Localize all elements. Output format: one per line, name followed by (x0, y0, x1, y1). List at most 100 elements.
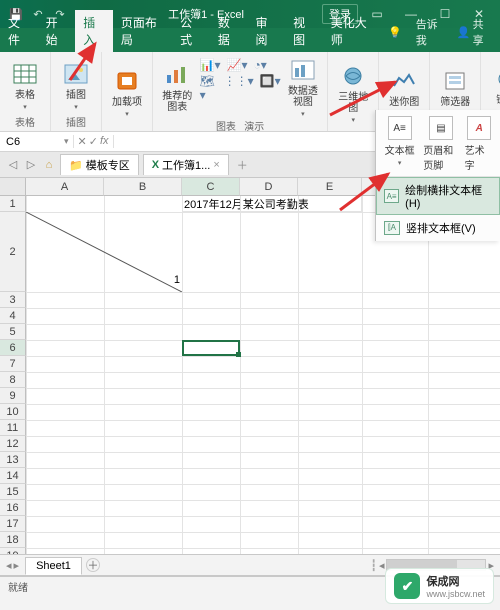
globe-icon (341, 66, 365, 86)
group-charts: 推荐的图表 📊▾ 📈▾ ◔▾ 🗺▾ ⋮⋮▾ 🔲▾ 数据透视图 ▾ (153, 52, 328, 131)
tab-review[interactable]: 审阅 (247, 10, 285, 52)
sheet-tab-active[interactable]: Sheet1 (25, 557, 82, 575)
textbox-icon: A≡ (388, 116, 412, 140)
cell-title[interactable]: 2017年12月某公司考勤表 (182, 196, 362, 212)
share-button[interactable]: 👤共享 (451, 12, 494, 52)
row-header-16[interactable]: 16 (0, 500, 26, 516)
btn-pivot-chart[interactable]: 数据透视图 ▾ (285, 56, 322, 118)
tab-file[interactable]: 文件 (0, 10, 38, 52)
row-header-17[interactable]: 17 (0, 516, 26, 532)
surface-chart-icon[interactable]: 🔲▾ (260, 74, 281, 102)
new-sheet-button[interactable]: ＋ (86, 558, 100, 572)
workspace-tab-workbook[interactable]: X 工作簿1... × (143, 154, 229, 175)
row-header-4[interactable]: 4 (0, 308, 26, 324)
row-header-10[interactable]: 10 (0, 404, 26, 420)
row-header-7[interactable]: 7 (0, 356, 26, 372)
help-icon[interactable]: 💡 (382, 22, 408, 43)
row-header-3[interactable]: 3 (0, 292, 26, 308)
close-tab-icon[interactable]: × (213, 159, 219, 171)
status-label: 就绪 (8, 579, 28, 594)
btn-addins[interactable]: 加载项 ▾ (108, 56, 146, 129)
addins-icon (116, 71, 138, 91)
row-header-1[interactable]: 1 (0, 196, 26, 212)
bar-chart-icon[interactable]: 📊▾ (200, 58, 221, 72)
col-header-B[interactable]: B (104, 178, 182, 196)
row-header-8[interactable]: 8 (0, 372, 26, 388)
tab-home-icon[interactable]: ⌂ (42, 159, 56, 171)
btn-3d-map[interactable]: 三维地图 ▾ (334, 56, 372, 129)
tab-formulas[interactable]: 公式 (172, 10, 210, 52)
menu-horizontal-textbox[interactable]: A≡ 绘制横排文本框(H) (376, 177, 500, 215)
name-box-dropdown-icon[interactable]: ▾ (60, 136, 73, 147)
tell-me-input[interactable]: 告诉我 (410, 12, 449, 52)
dd-textbox[interactable]: A≡ 文本框 ▾ (382, 116, 417, 172)
row-header-19[interactable]: 19 (0, 548, 26, 554)
chevron-down-icon: ▾ (125, 110, 129, 118)
excel-icon: X (152, 159, 159, 171)
row-header-12[interactable]: 12 (0, 436, 26, 452)
col-header-A[interactable]: A (26, 178, 104, 196)
tab-home[interactable]: 开始 (38, 10, 76, 52)
select-all-corner[interactable] (0, 178, 26, 196)
scatter-chart-icon[interactable]: ⋮⋮▾ (224, 74, 254, 102)
group-illustrations: 插图 ▾ 插图 (51, 52, 102, 131)
row-header-5[interactable]: 5 (0, 324, 26, 340)
line-chart-icon[interactable]: 📈▾ (227, 58, 248, 72)
group-tables: 表格 ▾ 表格 (0, 52, 51, 131)
insert-function-icon[interactable]: fx (100, 135, 109, 148)
dd-wordart[interactable]: A 艺术字 (465, 116, 494, 172)
hscroll-left-icon[interactable]: ◂ (379, 559, 385, 572)
new-tab-icon[interactable]: ＋ (237, 157, 248, 173)
chevron-down-icon: ▾ (23, 103, 27, 111)
col-header-E[interactable]: E (298, 178, 362, 196)
group-addins: 加载项 ▾ (102, 52, 153, 131)
tab-beautify[interactable]: 美化大师 (323, 10, 382, 52)
row-header-6[interactable]: 6 (0, 340, 26, 356)
chevron-down-icon: ▾ (301, 110, 305, 118)
workspace-tab-template[interactable]: 📁 模板专区 (60, 154, 139, 175)
sheet-split-bar[interactable]: ┇ (370, 559, 377, 572)
row-header-9[interactable]: 9 (0, 388, 26, 404)
selected-cell[interactable] (182, 340, 240, 356)
pie-chart-icon[interactable]: ◔▾ (254, 58, 267, 72)
tab-view[interactable]: 视图 (285, 10, 323, 52)
sparkline-icon (392, 72, 416, 90)
sheet-nav-last-icon[interactable]: ▸ (14, 559, 20, 572)
btn-tables[interactable]: 表格 ▾ (6, 56, 44, 114)
vertical-textbox-icon: ⫿A (384, 221, 400, 235)
table-icon (13, 64, 37, 84)
link-icon (494, 70, 500, 88)
menu-vertical-textbox[interactable]: ⫿A 竖排文本框(V) (376, 215, 500, 241)
tab-page-layout[interactable]: 页面布局 (113, 10, 172, 52)
wordart-icon: A (467, 116, 491, 140)
row-header-2[interactable]: 2 (0, 212, 26, 292)
watermark: ✔ 保成网 www.jsbcw.net (385, 568, 494, 604)
tab-next-icon[interactable]: ▷ (24, 158, 38, 171)
btn-illustrations[interactable]: 插图 ▾ (57, 56, 95, 114)
chart-gallery[interactable]: 📊▾ 📈▾ ◔▾ 🗺▾ ⋮⋮▾ 🔲▾ (200, 56, 281, 118)
cancel-formula-icon[interactable]: ✕ (78, 135, 87, 148)
row-header-18[interactable]: 18 (0, 532, 26, 548)
row-headers: 123456789101112131415161718192021222324 (0, 196, 26, 554)
row-header-11[interactable]: 11 (0, 420, 26, 436)
row-header-14[interactable]: 14 (0, 468, 26, 484)
cell-reference-input[interactable] (0, 136, 60, 148)
fill-handle[interactable] (236, 352, 241, 357)
area-chart-icon[interactable]: 🗺▾ (200, 74, 218, 102)
pivot-chart-icon (291, 60, 315, 80)
tab-data[interactable]: 数据 (210, 10, 248, 52)
horizontal-textbox-icon: A≡ (384, 189, 399, 203)
row-header-15[interactable]: 15 (0, 484, 26, 500)
btn-links[interactable]: 链接 (487, 56, 500, 114)
col-header-C[interactable]: C (182, 178, 240, 196)
tab-prev-icon[interactable]: ◁ (6, 158, 20, 171)
sheet-nav-first-icon[interactable]: ◂ (6, 559, 12, 572)
row-header-13[interactable]: 13 (0, 452, 26, 468)
cells-area[interactable]: 2017年12月某公司考勤表 1 (26, 196, 500, 554)
btn-recommended-charts[interactable]: 推荐的图表 (159, 56, 196, 118)
dd-header-footer[interactable]: ▤ 页眉和页脚 (423, 116, 458, 172)
tab-insert[interactable]: 插入 (75, 10, 113, 52)
confirm-formula-icon[interactable]: ✓ (89, 135, 98, 148)
col-header-D[interactable]: D (240, 178, 298, 196)
diagonal-line (26, 212, 182, 292)
